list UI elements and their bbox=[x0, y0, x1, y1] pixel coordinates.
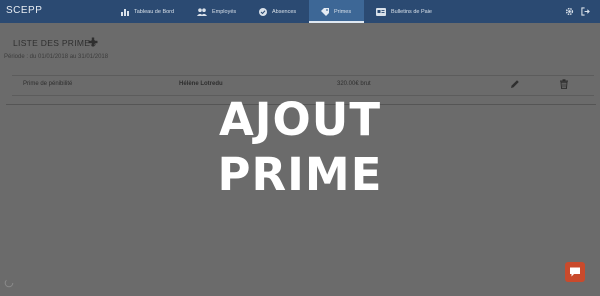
nav-item-bulletins-de-paie[interactable]: Bulletins de Paie bbox=[376, 0, 432, 23]
nav-label: Employés bbox=[212, 8, 237, 15]
period-text: Période : du 01/01/2018 au 31/01/2018 bbox=[4, 54, 109, 60]
nav-label: Absences bbox=[272, 8, 297, 15]
nav-label: Primes bbox=[334, 8, 352, 15]
prime-amount: 320.00€ brut bbox=[337, 81, 371, 87]
tag-icon bbox=[321, 7, 329, 16]
bar-chart-icon bbox=[121, 8, 129, 16]
nav-item-absences[interactable]: Absences bbox=[259, 0, 296, 23]
payslip-icon bbox=[376, 7, 386, 16]
gear-icon[interactable] bbox=[565, 7, 574, 16]
users-icon bbox=[197, 7, 207, 16]
chat-bubble-icon bbox=[570, 267, 580, 277]
page-title: LISTE DES PRIMES bbox=[13, 38, 97, 48]
prime-type: Prime de pénibilité bbox=[23, 81, 73, 87]
app-brand[interactable]: SCEPP bbox=[6, 5, 42, 16]
nav-item-primes[interactable]: Primes bbox=[309, 0, 364, 23]
delete-trash-icon[interactable] bbox=[559, 79, 569, 89]
prime-employee: Hélène Lotredu bbox=[179, 81, 223, 87]
overlay-title-line1: AJOUT bbox=[218, 93, 382, 146]
nav-item-tableau-de-bord[interactable]: Tableau de Bord bbox=[121, 0, 174, 23]
top-navbar: SCEPP Tableau de Bord Employés Absences … bbox=[0, 0, 600, 23]
logout-icon[interactable] bbox=[581, 7, 590, 16]
nav-item-employes[interactable]: Employés bbox=[197, 0, 236, 23]
chat-button[interactable] bbox=[565, 262, 585, 282]
nav-label: Tableau de Bord bbox=[134, 8, 175, 15]
edit-pencil-icon[interactable] bbox=[510, 79, 520, 89]
add-prime-button[interactable] bbox=[88, 37, 98, 47]
check-circle-icon bbox=[259, 7, 267, 16]
loading-spinner-icon bbox=[4, 278, 14, 288]
overlay-title-line2: PRIME bbox=[217, 148, 383, 201]
nav-label: Bulletins de Paie bbox=[391, 8, 432, 15]
